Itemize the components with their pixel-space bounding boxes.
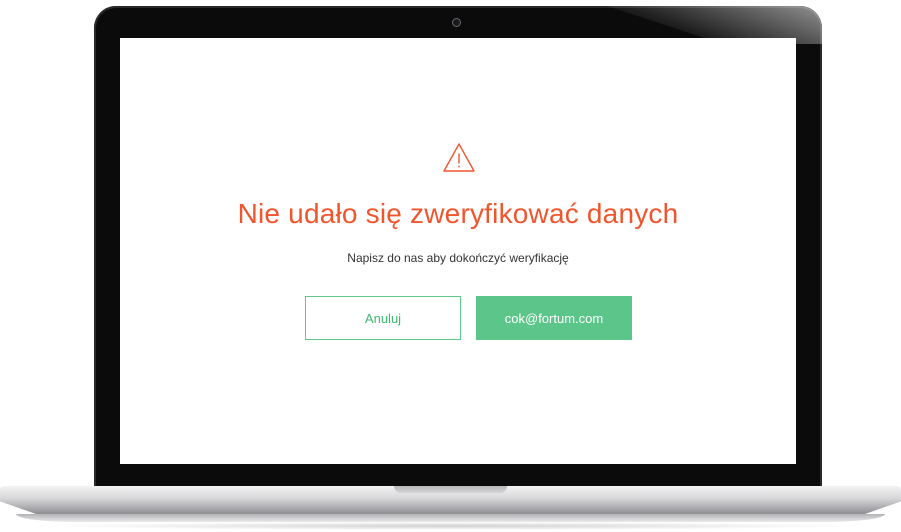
error-title: Nie udało się zweryfikować danych <box>237 198 679 229</box>
camera-icon <box>452 18 461 27</box>
laptop-screen: Nie udało się zweryfikować danych Napisz… <box>120 38 796 464</box>
laptop-mockup: Nie udało się zweryfikować danych Napisz… <box>0 0 901 532</box>
warning-triangle-icon <box>443 143 475 172</box>
laptop-opening-notch <box>394 486 507 493</box>
email-contact-button[interactable]: cok@fortum.com <box>476 296 632 340</box>
cancel-button[interactable]: Anuluj <box>305 296 461 340</box>
laptop-shadow <box>40 522 861 530</box>
error-message: Napisz do nas aby dokończyć weryfikację <box>347 251 569 265</box>
laptop-base-lip <box>16 514 885 522</box>
